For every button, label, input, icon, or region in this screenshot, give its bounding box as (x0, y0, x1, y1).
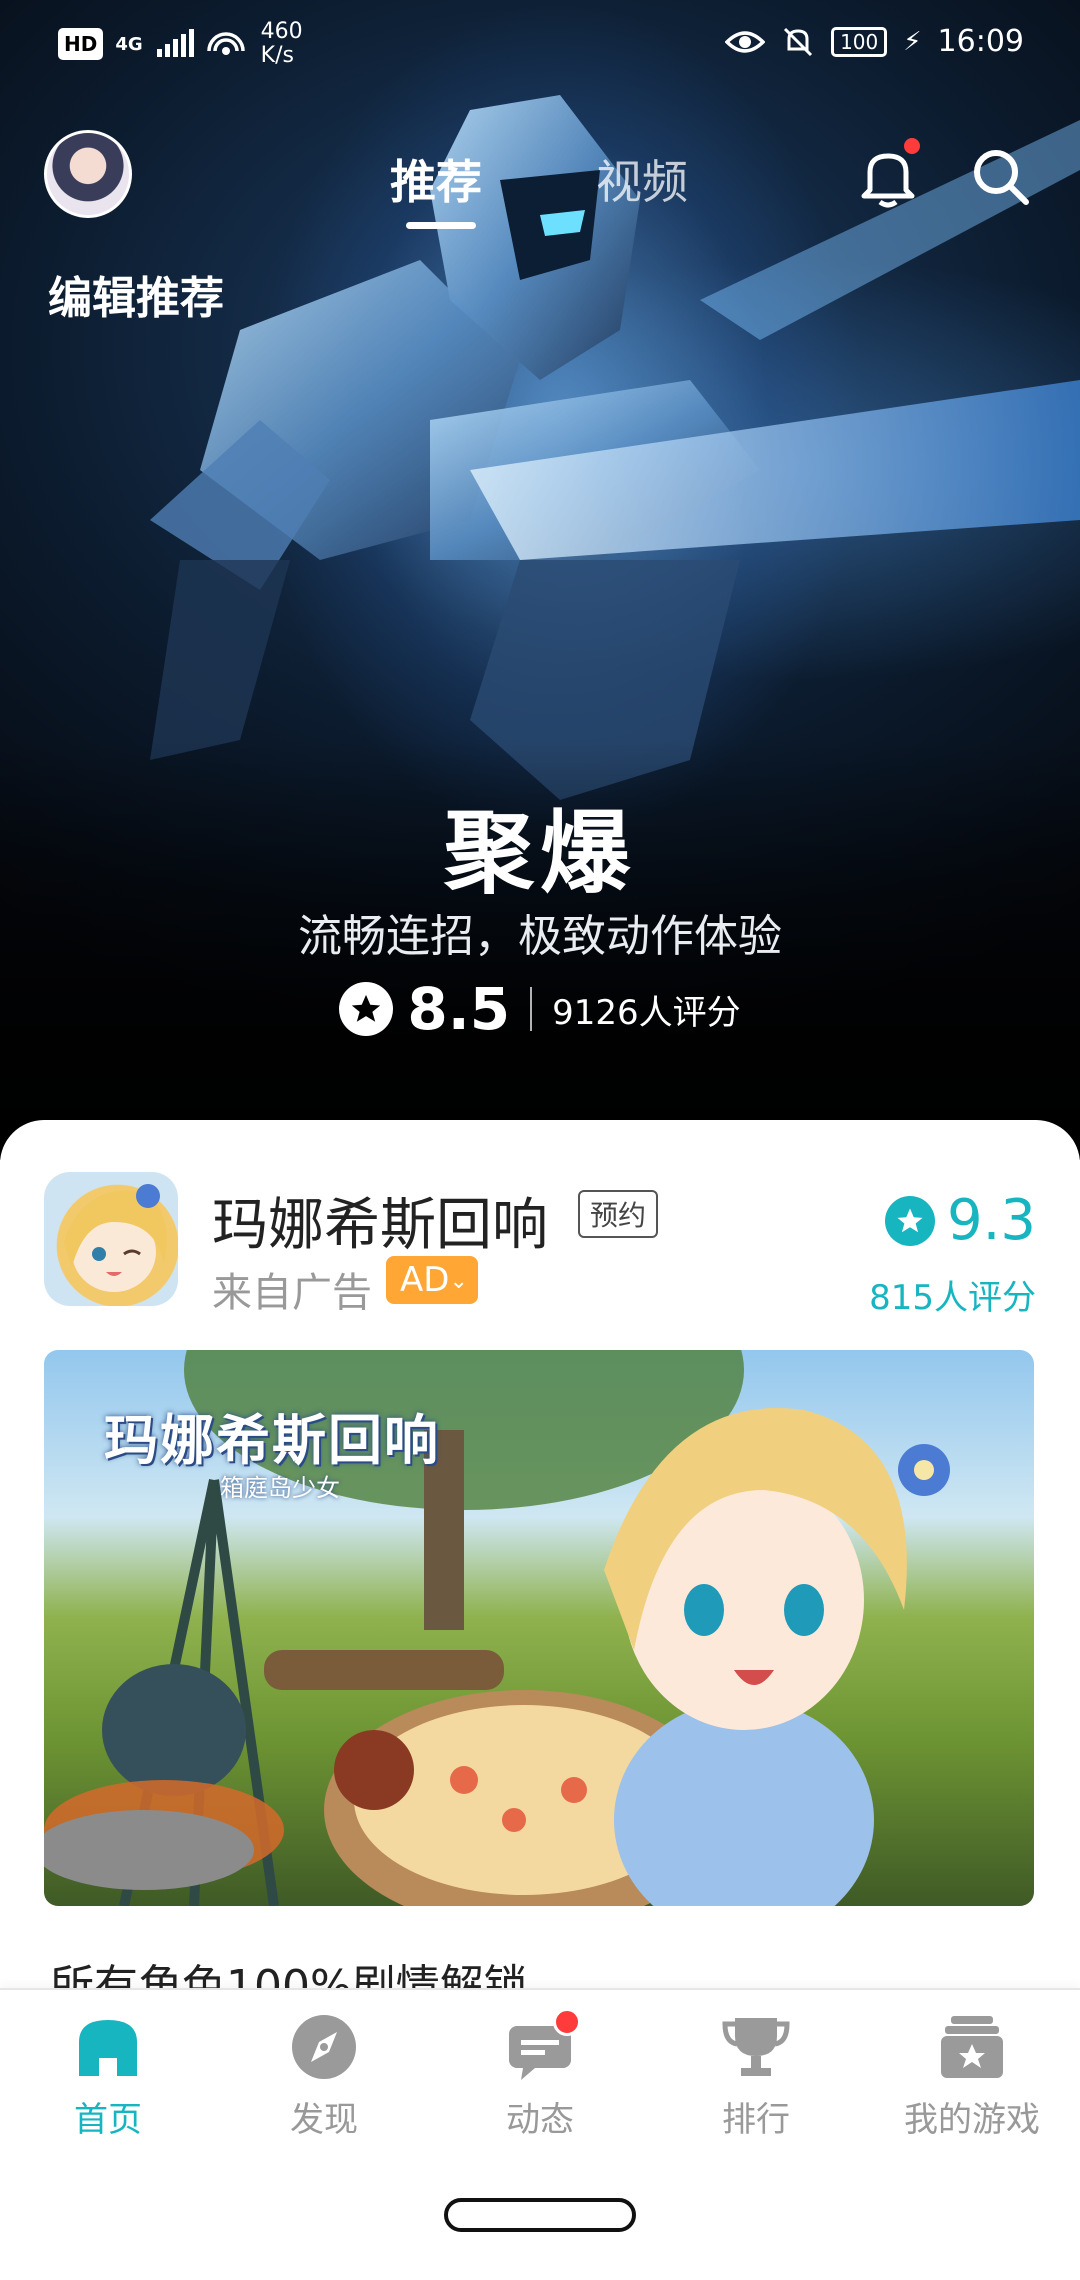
nav-ranking-label: 排行 (722, 2100, 790, 2140)
hero-score: 8.5 (407, 975, 511, 1043)
nav-my-games[interactable]: 我的游戏 (882, 2012, 1062, 2141)
notification-dot (904, 138, 920, 154)
top-navigation: 推荐 视频 (0, 124, 1080, 229)
network-speed-value: 460 (260, 19, 303, 44)
nav-discover-label: 发现 (290, 2100, 358, 2140)
card-rating: 9.3 (884, 1188, 1036, 1253)
ad-badge-label: AD (400, 1260, 450, 1300)
game-box-icon (937, 2012, 1007, 2082)
app-name[interactable]: 玛娜希斯回响 (212, 1180, 548, 1261)
banner-logo: 玛娜希斯回响 (104, 1409, 440, 1472)
system-gesture-bar (0, 2150, 1080, 2280)
eye-comfort-icon (725, 30, 766, 53)
user-avatar[interactable] (44, 130, 132, 218)
home-indicator[interactable] (444, 2198, 636, 2232)
network-speed-unit: K/s (260, 43, 294, 68)
chevron-down-icon: ⌄ (449, 1269, 468, 1294)
ad-badge[interactable]: AD⌄ (386, 1256, 478, 1304)
tab-recommend[interactable]: 推荐 (390, 146, 482, 212)
compass-icon (289, 2012, 359, 2082)
game-banner-image[interactable]: 玛娜希斯回响 箱庭岛少女 (44, 1350, 1034, 1906)
status-bar: HD 4G 460 K/s 100 ⚡ 16:09 (0, 0, 1080, 90)
network-type: 4G (115, 33, 143, 55)
star-icon (339, 982, 394, 1036)
nav-home-label: 首页 (74, 2100, 142, 2140)
hd-indicator: HD (58, 28, 104, 60)
hero-rating-count: 9126人评分 (552, 992, 741, 1033)
trophy-icon (721, 2012, 791, 2082)
home-icon (73, 2012, 143, 2082)
card-score: 9.3 (946, 1188, 1036, 1253)
reserve-badge: 预约 (578, 1190, 659, 1238)
section-label: 编辑推荐 (48, 273, 224, 324)
banner-logo-subtitle: 箱庭岛少女 (220, 1474, 340, 1502)
tab-video[interactable]: 视频 (596, 146, 688, 212)
nav-home[interactable]: 首页 (18, 2012, 198, 2141)
notification-dot (553, 2008, 581, 2036)
nav-discover[interactable]: 发现 (234, 2012, 414, 2141)
star-icon (884, 1195, 935, 1246)
nav-activity-label: 动态 (506, 2100, 574, 2140)
search-icon[interactable] (968, 144, 1032, 208)
rating-divider (530, 987, 533, 1031)
hero-banner[interactable]: HD 4G 460 K/s 100 ⚡ 16:09 推荐 视频 编辑推荐 聚爆 … (0, 0, 1080, 1160)
hero-game-title[interactable]: 聚爆 (0, 780, 1080, 910)
charging-icon: ⚡ (903, 26, 922, 57)
hero-subtitle: 流畅连招，极致动作体验 (298, 911, 782, 962)
signal-icon (156, 29, 194, 57)
battery-indicator: 100 (831, 26, 888, 57)
nav-my-games-label: 我的游戏 (904, 2100, 1040, 2140)
clock: 16:09 (937, 24, 1024, 59)
card-rating-count: 815人评分 (869, 1278, 1036, 1318)
chat-icon (505, 2008, 581, 2082)
mute-icon (784, 27, 813, 56)
hotspot-icon (206, 32, 245, 55)
game-card[interactable]: 玛娜希斯回响 预约 来自广告 AD⌄ 9.3 815人评分 玛娜希斯回响 箱庭岛… (0, 1120, 1080, 2020)
app-icon[interactable] (44, 1172, 178, 1306)
bottom-navigation: 首页 发现 动态 排行 我的游戏 (0, 1988, 1080, 2152)
active-tab-indicator (406, 222, 476, 229)
ad-source-label: 来自广告 (212, 1270, 372, 1316)
nav-ranking[interactable]: 排行 (666, 2012, 846, 2141)
hero-rating: 8.5 9126人评分 (0, 975, 1080, 1043)
nav-activity[interactable]: 动态 (450, 2008, 630, 2141)
